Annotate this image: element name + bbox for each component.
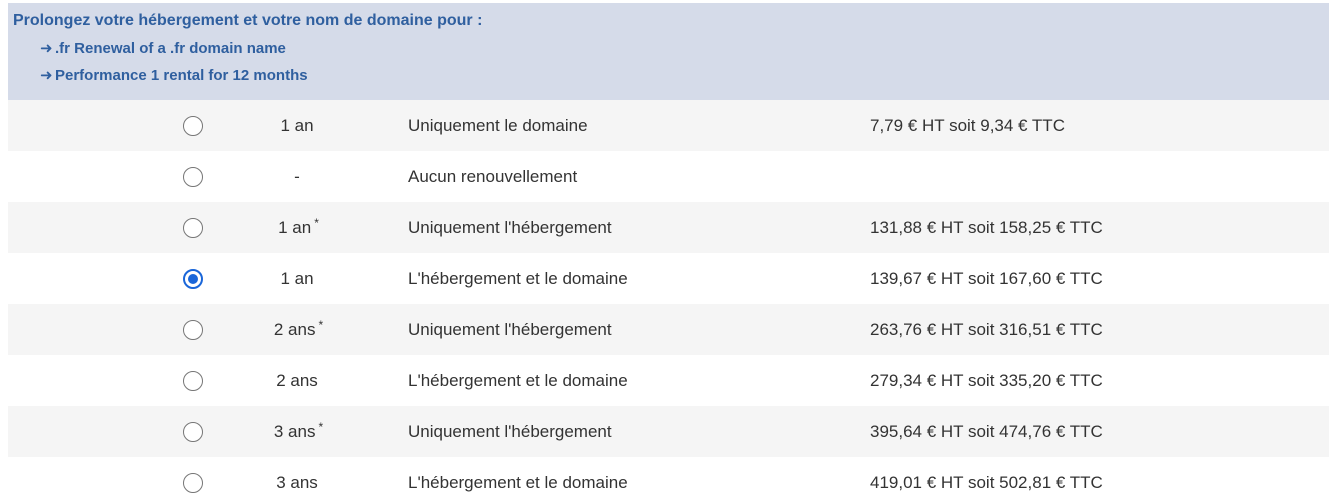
option-duration: 3 ans *: [193, 419, 404, 442]
radio-cell: [8, 268, 203, 289]
option-row[interactable]: 1 an * Uniquement l'hébergement 131,88 € …: [8, 202, 1329, 253]
option-radio[interactable]: [183, 421, 203, 442]
radio-cell: [8, 319, 203, 340]
option-row[interactable]: 3 ans L'hébergement et le domaine 419,01…: [8, 457, 1329, 499]
option-price: 395,64 € HT soit 474,76 € TTC: [870, 421, 1103, 441]
options-list: 1 an Uniquement le domaine 7,79 € HT soi…: [8, 100, 1329, 499]
option-price: 139,67 € HT soit 167,60 € TTC: [870, 268, 1103, 288]
arrow-right-icon: ➜: [40, 67, 53, 84]
duration-label: 1 an: [280, 268, 314, 288]
option-row[interactable]: - Aucun renouvellement: [8, 151, 1329, 202]
option-duration: 3 ans: [193, 473, 404, 493]
radio-cell: [8, 472, 203, 493]
option-duration: 1 an: [193, 269, 404, 289]
option-radio[interactable]: [183, 217, 203, 238]
renewal-panel: Prolongez votre hébergement et votre nom…: [8, 3, 1329, 499]
duration-label: 1 an: [280, 115, 314, 135]
option-price: 419,01 € HT soit 502,81 € TTC: [870, 472, 1103, 492]
radio-cell: [8, 217, 203, 238]
duration-label: 1 an: [278, 217, 312, 237]
header-line-hosting: ➜ Performance 1 rental for 12 months: [13, 58, 1329, 85]
option-description: Uniquement l'hébergement: [408, 319, 612, 339]
duration-label: 2 ans: [276, 370, 318, 390]
asterisk-marker: *: [318, 419, 324, 434]
arrow-right-icon: ➜: [40, 40, 53, 57]
duration-label: -: [294, 166, 300, 186]
option-radio-selected[interactable]: [183, 268, 203, 289]
option-duration: 2 ans: [193, 371, 404, 391]
asterisk-marker: *: [314, 215, 319, 230]
option-radio[interactable]: [183, 370, 203, 391]
radio-cell: [8, 421, 203, 442]
option-row[interactable]: 2 ans L'hébergement et le domaine 279,34…: [8, 355, 1329, 406]
asterisk-marker: *: [318, 317, 324, 332]
radio-cell: [8, 166, 203, 187]
option-row[interactable]: 1 an L'hébergement et le domaine 139,67 …: [8, 253, 1329, 304]
option-price: 131,88 € HT soit 158,25 € TTC: [870, 217, 1103, 237]
option-radio[interactable]: [183, 115, 203, 136]
duration-label: 3 ans: [273, 421, 316, 441]
renewal-header: Prolongez votre hébergement et votre nom…: [8, 3, 1329, 100]
option-description: Uniquement l'hébergement: [408, 217, 612, 237]
radio-cell: [8, 370, 203, 391]
option-description: L'hébergement et le domaine: [408, 268, 628, 288]
option-description: Uniquement l'hébergement: [408, 421, 612, 441]
option-description: L'hébergement et le domaine: [408, 370, 628, 390]
header-line-domain: ➜ .fr Renewal of a .fr domain name: [13, 31, 1329, 58]
option-description: Aucun renouvellement: [408, 166, 578, 186]
option-row[interactable]: 2 ans * Uniquement l'hébergement 263,76 €…: [8, 304, 1329, 355]
duration-label: 2 ans: [273, 319, 316, 339]
option-description: Uniquement le domaine: [408, 115, 588, 135]
option-description: L'hébergement et le domaine: [408, 472, 628, 492]
option-price: 263,76 € HT soit 316,51 € TTC: [870, 319, 1103, 339]
option-radio[interactable]: [183, 166, 203, 187]
option-price: 279,34 € HT soit 335,20 € TTC: [870, 370, 1103, 390]
header-line-text: Performance 1 rental for 12 months: [55, 67, 308, 84]
option-radio[interactable]: [183, 472, 203, 493]
option-row[interactable]: 1 an Uniquement le domaine 7,79 € HT soi…: [8, 100, 1329, 151]
radio-cell: [8, 115, 203, 136]
option-radio[interactable]: [183, 319, 203, 340]
option-duration: -: [193, 167, 404, 187]
option-duration: 1 an *: [193, 215, 404, 238]
option-duration: 1 an: [193, 116, 404, 136]
option-row[interactable]: 3 ans * Uniquement l'hébergement 395,64 €…: [8, 406, 1329, 457]
header-line-text: .fr Renewal of a .fr domain name: [55, 40, 286, 57]
header-title: Prolongez votre hébergement et votre nom…: [13, 12, 483, 29]
duration-label: 3 ans: [276, 472, 318, 492]
option-price: 7,79 € HT soit 9,34 € TTC: [870, 115, 1065, 135]
option-duration: 2 ans *: [193, 317, 404, 340]
